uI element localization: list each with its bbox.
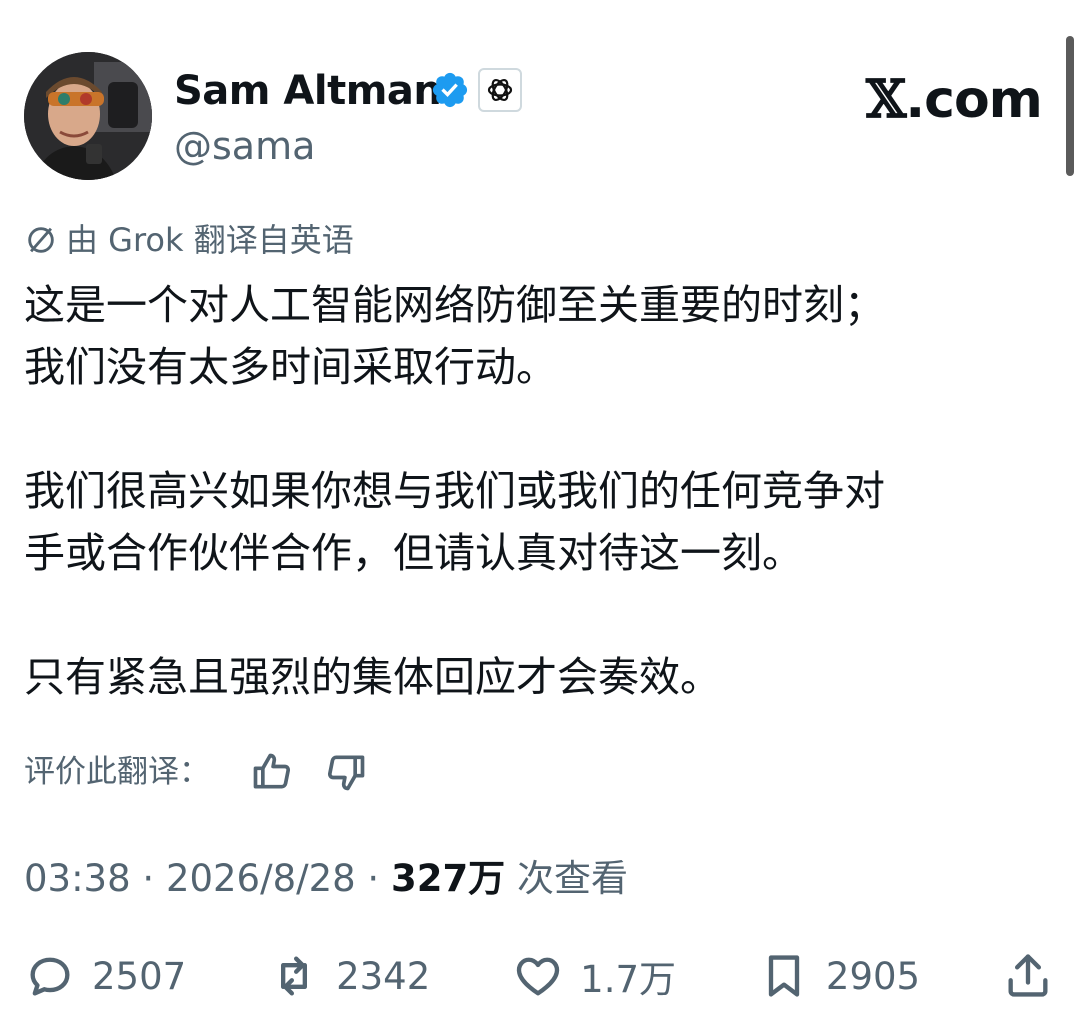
translation-label: 由 Grok 翻译自英语 [66, 221, 354, 259]
like-count: 1.7万 [580, 958, 676, 1001]
verified-badge-icon [432, 72, 468, 108]
heart-icon [517, 957, 560, 996]
openai-logo-icon[interactable] [478, 68, 522, 112]
meta-separator: · [367, 857, 380, 900]
scrollbar[interactable] [1066, 36, 1074, 176]
thumbs-down-icon[interactable] [324, 750, 368, 794]
tweet-actions: 2507 2342 1.7万 2905 [24, 944, 1054, 1008]
views-count[interactable]: 327万 [391, 857, 505, 900]
rate-translation-label: 评价此翻译： [24, 754, 210, 790]
meta-separator: · [142, 857, 155, 900]
reply-button[interactable]: 2507 [24, 950, 186, 1002]
bookmark-button[interactable]: 2905 [758, 950, 920, 1002]
like-button[interactable]: 1.7万 [512, 949, 676, 1003]
tweet-paragraph: 我们很高兴如果你想与我们或我们的任何竞争对 手或合作伙伴合作，但请认真对待这一刻… [24, 467, 885, 577]
share-icon [1008, 954, 1048, 997]
site-logo-suffix: .com [905, 70, 1042, 130]
reply-icon [30, 957, 70, 996]
views-label: 次查看 [516, 857, 628, 900]
tweet-header: Sam Altman @sama 𝕏.com [0, 0, 1080, 200]
repost-icon [281, 956, 308, 996]
translation-notice: 由 Grok 翻译自英语 [24, 218, 354, 262]
bookmark-count: 2905 [825, 954, 921, 998]
repost-count: 2342 [336, 954, 431, 998]
repost-button[interactable]: 2342 [268, 950, 430, 1002]
tweet-date[interactable]: 2026/8/28 [166, 857, 356, 900]
share-button[interactable] [1002, 950, 1054, 1002]
tweet-paragraph: 只有紧急且强烈的集体回应才会奏效。 [24, 653, 721, 701]
tweet-paragraph: 这是一个对人工智能网络防御至关重要的时刻； 我们没有太多时间采取行动。 [24, 281, 885, 391]
tweet-text: 这是一个对人工智能网络防御至关重要的时刻； 我们没有太多时间采取行动。 我们很高… [24, 274, 1054, 708]
thumbs-up-icon[interactable] [250, 750, 294, 794]
rate-translation: 评价此翻译： [24, 750, 368, 794]
author-avatar[interactable] [24, 52, 152, 180]
author-handle[interactable]: @sama [174, 122, 315, 170]
bookmark-icon [768, 955, 800, 997]
author-display-name[interactable]: Sam Altman [174, 66, 442, 116]
x-com-logo: 𝕏.com [866, 69, 1043, 131]
globe-slash-icon [28, 227, 54, 253]
x-logo-icon: 𝕏 [866, 69, 906, 130]
tweet-meta: 03:38 · 2026/8/28 · 327万 次查看 [24, 854, 628, 904]
tweet-time[interactable]: 03:38 [24, 857, 131, 900]
reply-count: 2507 [92, 954, 187, 998]
